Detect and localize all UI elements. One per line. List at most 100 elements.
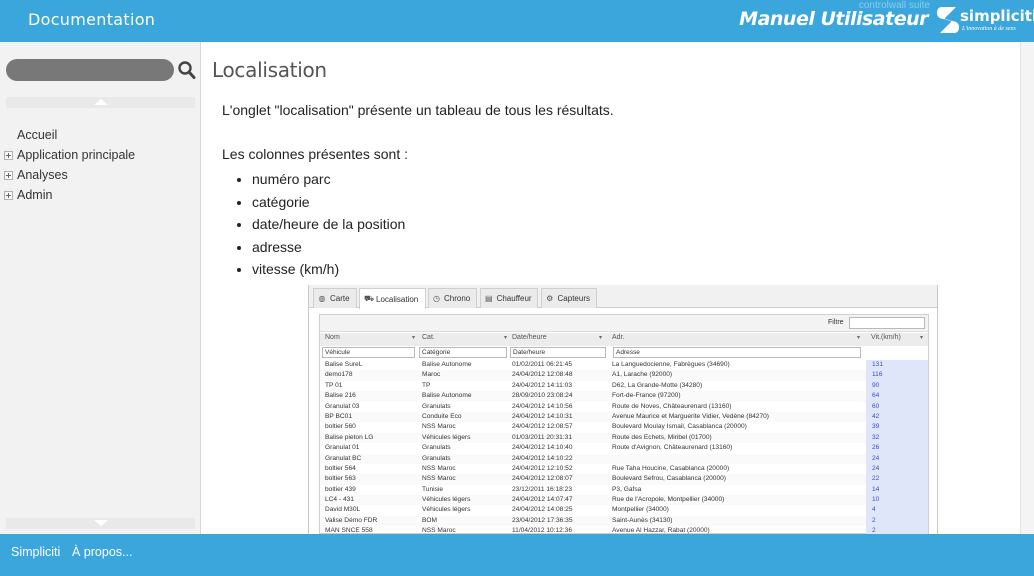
table-cell: Boulevard Sefrou, Casablanca (20000)	[612, 475, 726, 483]
table-cell: 24/04/2012 14:10:56	[512, 402, 573, 410]
filter-field	[849, 317, 925, 329]
sidebar-item-label: Application principale	[17, 148, 136, 162]
table-cell: 39	[866, 422, 928, 433]
footer-link-simpliciti[interactable]: Simpliciti	[11, 545, 60, 559]
table-cell: 24	[866, 453, 928, 464]
search-icon	[178, 61, 196, 79]
table-cell: Granulats	[422, 454, 451, 462]
columns-heading: Les colonnes présentes sont :	[222, 146, 409, 162]
table-row: Granulat 03 Granulats 24/04/2012 14:10:56 R…	[320, 401, 928, 412]
table-cell: La Languedocienne, Fabrègues (34690)	[612, 361, 730, 368]
table-cell: Maroc	[422, 371, 441, 379]
table-cell: David M30L	[325, 506, 361, 514]
content-scrollbar[interactable]	[1020, 42, 1034, 534]
table-cell: BP BC01	[325, 412, 353, 420]
expand-plus-icon[interactable]	[4, 150, 13, 160]
list-item: date/heure de la position	[252, 214, 405, 237]
table-cell: 24/04/2012 12:08:48	[512, 371, 573, 379]
expand-plus-icon[interactable]	[4, 170, 13, 180]
tab-label: Capteurs	[557, 294, 590, 303]
footer: Simpliciti À propos...	[0, 534, 1034, 576]
sidebar-item-application-principale[interactable]: Application principale	[4, 145, 135, 165]
table-cell: 24/04/2012 12:08:57	[512, 423, 573, 431]
simpliciti-logo[interactable]: simpliciti L'innovation à de sens	[936, 5, 1034, 37]
sidebar-item-analyses[interactable]: Analyses	[4, 165, 135, 185]
sort-icon: ▾	[919, 335, 923, 341]
sidebar-nav: Accueil Application principale Analyses …	[4, 125, 135, 205]
table-cell: LC4 - 431	[325, 496, 354, 504]
list-item: adresse	[252, 237, 405, 260]
sidebar-item-accueil[interactable]: Accueil	[4, 125, 135, 145]
results-grid: Filtre Nom ▾ Cat. ▾ Date/heure ▾ Adr. ▾ Vit.…	[319, 314, 929, 534]
table-cell: Véhicules légers	[422, 506, 471, 514]
table-cell: Conduite Eco	[422, 412, 462, 420]
logo-brand: simpliciti	[960, 7, 1034, 25]
table-cell: TP	[422, 381, 431, 389]
id-card-icon: ▤	[485, 293, 493, 303]
table-cell: 32	[866, 432, 928, 444]
table-cell: 24/04/2012 14:10:31	[512, 412, 573, 420]
search-input[interactable]	[6, 59, 174, 81]
table-cell: A1, Larache (92000)	[612, 371, 673, 379]
sort-icon: ▾	[598, 335, 602, 341]
table-cell: NSS Maroc	[422, 423, 456, 431]
tab-localisation: ⛟ Localisation	[359, 288, 426, 309]
table-cell: 4	[866, 505, 928, 516]
page-title: Localisation	[212, 58, 327, 82]
column-header-adr: Adr. ▾	[612, 334, 862, 345]
sort-icon: ▾	[503, 335, 507, 341]
table-cell: 10	[866, 495, 928, 506]
footer-link-a-propos[interactable]: À propos...	[72, 545, 132, 559]
documentation-title[interactable]: Documentation	[28, 10, 155, 29]
table-cell: Granulats	[422, 402, 451, 410]
intro-paragraph: L'onglet "localisation" présente un tabl…	[222, 102, 614, 118]
search-button[interactable]	[177, 59, 197, 81]
sidebar-item-label: Admin	[17, 188, 53, 202]
table-cell: 01/03/2011 20:31:31	[512, 433, 573, 441]
sidebar-scroll-up[interactable]	[6, 97, 195, 108]
column-header-vit: Vit.(km/h) ▾	[871, 334, 925, 345]
globe-icon: ◍	[318, 293, 326, 303]
table-cell: NSS Maroc	[422, 527, 456, 534]
table-cell: 24/04/2012 14:10:22	[512, 454, 573, 462]
column-filter-date: Date/heure	[510, 347, 606, 358]
column-header-label: Vit.(km/h)	[871, 334, 901, 341]
sort-icon: ▾	[856, 335, 860, 341]
table-row: Granulat 01 Granulats 24/04/2012 14:10:40 R…	[320, 443, 928, 454]
table-cell: 2	[866, 526, 928, 534]
table-cell: Avenue Al Hazzar, Rabat (20000)	[612, 527, 710, 534]
filter-bar: Filtre	[320, 315, 928, 332]
table-cell: 131	[866, 360, 928, 371]
column-filter-vehicule: Véhicule	[322, 347, 415, 358]
expand-plus-icon[interactable]	[4, 190, 13, 200]
clock-icon: ◷	[433, 293, 440, 303]
column-filter-adresse: Adresse	[613, 347, 861, 358]
table-cell: Véhicules légers	[422, 496, 471, 504]
sort-icon: ▾	[411, 335, 415, 341]
table-row: David M30L Véhicules légers 24/04/2012 14:…	[320, 505, 928, 516]
table-cell: Granulat 03	[325, 402, 360, 410]
table-cell: Route de Noves, Châteaurenard (13160)	[612, 402, 732, 410]
screenshot-tabbar: ◍ Carte ⛟ Localisation ◷ Chrono ▤ Chauffeur …	[309, 285, 937, 309]
top-header: Documentation controlwall suite Manuel U…	[0, 0, 1034, 42]
table-cell: 28/09/2010 23:08:24	[512, 392, 573, 400]
sidebar-item-label: Analyses	[17, 168, 68, 182]
table-cell: Montpellier (34000)	[612, 506, 669, 514]
list-item: vitesse (km/h)	[252, 259, 405, 282]
table-row: BP BC01 Conduite Eco 24/04/2012 14:10:31 Av…	[320, 411, 928, 423]
sidebar-item-admin[interactable]: Admin	[4, 185, 135, 205]
tab-label: Chauffeur	[496, 294, 532, 303]
table-cell: boltier 563	[325, 475, 356, 483]
column-header-label: Date/heure	[512, 334, 547, 341]
table-cell: MAN SNCE 558	[325, 527, 373, 534]
table-cell: NSS Maroc	[422, 475, 456, 483]
table-cell: Fort-de-France (97200)	[612, 392, 681, 400]
sidebar-scroll-down[interactable]	[6, 518, 195, 529]
column-header-label: Adr.	[612, 334, 625, 341]
column-header-cat: Cat. ▾	[422, 334, 509, 345]
manual-title: Manuel Utilisateur	[739, 8, 928, 30]
table-cell: 24/04/2012 12:08:07	[512, 475, 573, 483]
table-cell: boltier 560	[325, 423, 356, 431]
tab-label: Localisation	[376, 294, 419, 304]
sidebar: Accueil Application principale Analyses …	[0, 42, 201, 534]
